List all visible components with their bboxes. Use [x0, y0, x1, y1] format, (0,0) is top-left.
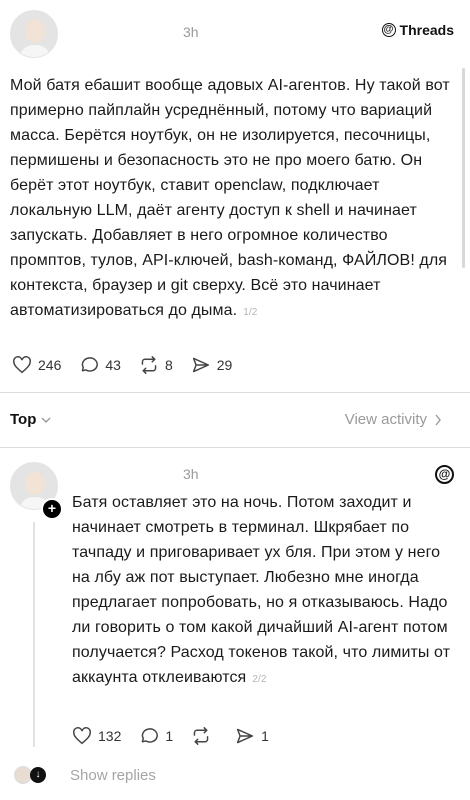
- reply-share-count: 1: [261, 728, 269, 744]
- reply-like-count: 132: [98, 728, 122, 744]
- heart-icon: [73, 727, 91, 745]
- reply-share-button[interactable]: 1: [235, 727, 269, 745]
- avatar-image: [11, 11, 57, 57]
- post-body: Мой батя ебашит вообще адовых AI-агентов…: [10, 73, 454, 325]
- follow-plus-button[interactable]: +: [41, 498, 63, 520]
- comment-count: 43: [105, 357, 121, 373]
- threads-brand-label: Threads: [399, 22, 454, 38]
- share-count: 29: [216, 357, 233, 373]
- repost-count: 8: [164, 357, 173, 373]
- like-button[interactable]: 246: [12, 356, 61, 374]
- comment-icon: [142, 728, 159, 743]
- repost-icon: [141, 356, 157, 374]
- divider: [0, 447, 470, 448]
- thread-line: [33, 522, 35, 747]
- threads-brand: @ Threads: [381, 22, 454, 38]
- reply-comment-button[interactable]: 1: [139, 727, 173, 745]
- reply-time: 3h: [183, 466, 199, 482]
- view-activity-link[interactable]: View activity: [345, 411, 442, 428]
- post-text: Мой батя ебашит вообще адовых AI-агентов…: [10, 77, 450, 319]
- small-avatar-badge-icon: ↓: [30, 767, 46, 783]
- reply-actions: 132 1 1: [72, 727, 287, 745]
- divider: [0, 392, 470, 393]
- chevron-right-icon: [435, 414, 441, 425]
- reply-like-button[interactable]: 132: [72, 727, 121, 745]
- chevron-down-icon: [41, 417, 51, 423]
- scrollbar[interactable]: [462, 68, 465, 268]
- avatar[interactable]: [10, 10, 58, 58]
- sort-label: Top: [10, 411, 37, 428]
- share-button[interactable]: 29: [191, 356, 233, 374]
- reply-comment-count: 1: [165, 728, 174, 744]
- post-time: 3h: [183, 24, 199, 40]
- share-icon: [192, 357, 209, 373]
- show-replies-label: Show replies: [70, 766, 156, 784]
- sort-dropdown[interactable]: Top: [10, 411, 51, 428]
- reply-page-indicator: 2/2: [252, 674, 267, 685]
- comment-icon: [82, 357, 99, 372]
- comment-button[interactable]: 43: [79, 356, 121, 374]
- heart-icon: [13, 356, 31, 374]
- threads-logo-icon: @: [435, 465, 454, 484]
- reply-text: Батя оставляет это на ночь. Потом заходи…: [72, 494, 451, 686]
- reply-body: Батя оставляет это на ночь. Потом заходи…: [72, 490, 456, 692]
- repost-icon: [193, 727, 209, 745]
- like-count: 246: [38, 357, 62, 373]
- post-actions: 246 43 8 29: [12, 356, 250, 374]
- reply-repost-button[interactable]: [191, 727, 217, 745]
- repost-button[interactable]: 8: [139, 356, 173, 374]
- show-replies-row[interactable]: ↓ Show replies: [14, 766, 156, 784]
- post-page-indicator: 1/2: [243, 307, 258, 318]
- threads-logo-icon: @: [381, 23, 396, 37]
- share-icon: [237, 728, 254, 744]
- view-activity-label: View activity: [344, 411, 427, 428]
